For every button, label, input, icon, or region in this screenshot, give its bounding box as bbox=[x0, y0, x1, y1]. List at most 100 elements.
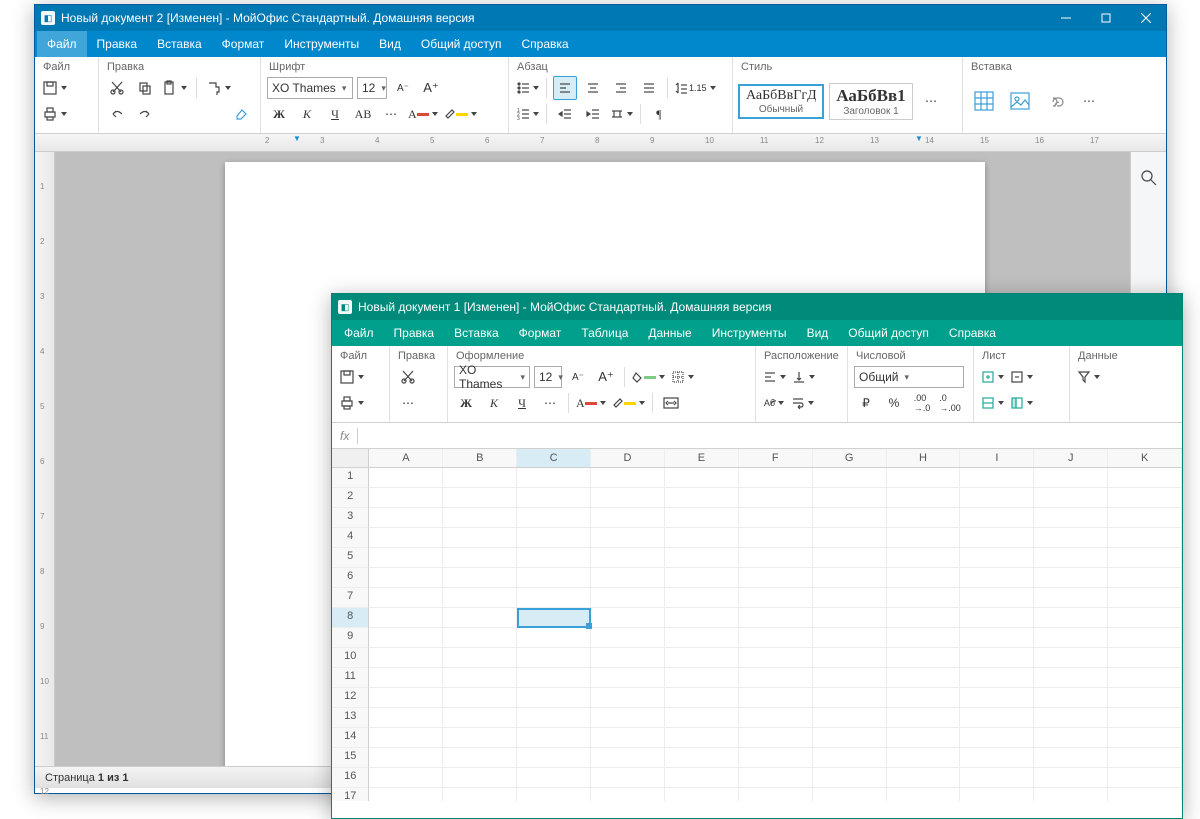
cell-E5[interactable] bbox=[665, 548, 739, 568]
paste-button[interactable] bbox=[161, 76, 188, 100]
column-header-A[interactable]: A bbox=[369, 449, 443, 467]
halign-button[interactable] bbox=[762, 365, 787, 389]
cell-E16[interactable] bbox=[665, 768, 739, 788]
cell-K14[interactable] bbox=[1108, 728, 1182, 748]
horizontal-ruler[interactable]: ▼ ▼ 234567891011121314151617 bbox=[35, 134, 1166, 152]
column-header-H[interactable]: H bbox=[887, 449, 961, 467]
cell-H13[interactable] bbox=[887, 708, 961, 728]
cell-B5[interactable] bbox=[443, 548, 517, 568]
cell-G15[interactable] bbox=[813, 748, 887, 768]
cell-J14[interactable] bbox=[1034, 728, 1108, 748]
cell-G7[interactable] bbox=[813, 588, 887, 608]
menu-tools[interactable]: Инструменты bbox=[702, 320, 797, 346]
more-insert-button[interactable]: ⋯ bbox=[1077, 89, 1101, 113]
cell-F4[interactable] bbox=[739, 528, 813, 548]
percent-button[interactable]: % bbox=[882, 391, 906, 415]
row-height-button[interactable] bbox=[980, 391, 1005, 415]
clear-format-button[interactable] bbox=[230, 102, 254, 126]
close-button[interactable] bbox=[1126, 5, 1166, 31]
filter-button[interactable] bbox=[1076, 365, 1101, 389]
more-styles-button[interactable]: ⋯ bbox=[919, 89, 943, 113]
row-header-10[interactable]: 10 bbox=[332, 648, 369, 668]
increase-decimal-button[interactable]: .0→.00 bbox=[938, 391, 962, 415]
cell-C5[interactable] bbox=[517, 548, 591, 568]
cell-K3[interactable] bbox=[1108, 508, 1182, 528]
select-all-corner[interactable] bbox=[332, 449, 369, 467]
insert-link-button[interactable] bbox=[1041, 86, 1071, 116]
cell-J6[interactable] bbox=[1034, 568, 1108, 588]
cell-G13[interactable] bbox=[813, 708, 887, 728]
column-header-I[interactable]: I bbox=[960, 449, 1034, 467]
cell-A2[interactable] bbox=[369, 488, 443, 508]
font-shrink-button[interactable]: A⁻ bbox=[566, 365, 590, 389]
cell-A4[interactable] bbox=[369, 528, 443, 548]
cell-J4[interactable] bbox=[1034, 528, 1108, 548]
cell-I16[interactable] bbox=[960, 768, 1034, 788]
cell-D15[interactable] bbox=[591, 748, 665, 768]
cell-F14[interactable] bbox=[739, 728, 813, 748]
insert-cells-button[interactable] bbox=[980, 365, 1005, 389]
cell-K16[interactable] bbox=[1108, 768, 1182, 788]
cell-F12[interactable] bbox=[739, 688, 813, 708]
row-header-7[interactable]: 7 bbox=[332, 588, 369, 608]
indent-button[interactable] bbox=[581, 102, 605, 126]
font-color-button[interactable]: A bbox=[407, 102, 439, 126]
cell-D12[interactable] bbox=[591, 688, 665, 708]
cell-A8[interactable] bbox=[369, 608, 443, 628]
cell-B17[interactable] bbox=[443, 788, 517, 801]
cell-H7[interactable] bbox=[887, 588, 961, 608]
cell-H6[interactable] bbox=[887, 568, 961, 588]
bullets-button[interactable] bbox=[515, 76, 540, 100]
tab-stops-button[interactable] bbox=[609, 102, 634, 126]
cell-F1[interactable] bbox=[739, 468, 813, 488]
font-size-combo[interactable]: 12 bbox=[534, 366, 562, 388]
cell-G17[interactable] bbox=[813, 788, 887, 801]
cut-button[interactable] bbox=[396, 365, 420, 389]
row-header-4[interactable]: 4 bbox=[332, 528, 369, 548]
cell-B16[interactable] bbox=[443, 768, 517, 788]
cell-K7[interactable] bbox=[1108, 588, 1182, 608]
cell-I2[interactable] bbox=[960, 488, 1034, 508]
cell-A10[interactable] bbox=[369, 648, 443, 668]
cell-G9[interactable] bbox=[813, 628, 887, 648]
cell-J5[interactable] bbox=[1034, 548, 1108, 568]
cell-E3[interactable] bbox=[665, 508, 739, 528]
menu-table[interactable]: Таблица bbox=[571, 320, 638, 346]
cell-C12[interactable] bbox=[517, 688, 591, 708]
cell-E13[interactable] bbox=[665, 708, 739, 728]
menu-data[interactable]: Данные bbox=[638, 320, 701, 346]
cell-F17[interactable] bbox=[739, 788, 813, 801]
cell-C13[interactable] bbox=[517, 708, 591, 728]
cell-D7[interactable] bbox=[591, 588, 665, 608]
cell-D11[interactable] bbox=[591, 668, 665, 688]
cell-K12[interactable] bbox=[1108, 688, 1182, 708]
cell-G8[interactable] bbox=[813, 608, 887, 628]
menu-insert[interactable]: Вставка bbox=[444, 320, 509, 346]
cell-J1[interactable] bbox=[1034, 468, 1108, 488]
cell-B2[interactable] bbox=[443, 488, 517, 508]
merge-cells-button[interactable] bbox=[659, 391, 683, 415]
font-name-combo[interactable]: XO Thames bbox=[267, 77, 353, 99]
search-icon[interactable] bbox=[1135, 164, 1163, 192]
redo-button[interactable] bbox=[133, 102, 157, 126]
cut-button[interactable] bbox=[105, 76, 129, 100]
show-marks-button[interactable]: ¶ bbox=[647, 102, 671, 126]
cell-I17[interactable] bbox=[960, 788, 1034, 801]
cell-I3[interactable] bbox=[960, 508, 1034, 528]
cell-H8[interactable] bbox=[887, 608, 961, 628]
cell-I4[interactable] bbox=[960, 528, 1034, 548]
font-name-combo[interactable]: XO Thames bbox=[454, 366, 530, 388]
cell-C7[interactable] bbox=[517, 588, 591, 608]
menu-help[interactable]: Справка bbox=[511, 31, 578, 57]
numbering-button[interactable]: 123 bbox=[515, 102, 540, 126]
menu-tools[interactable]: Инструменты bbox=[274, 31, 369, 57]
cell-B12[interactable] bbox=[443, 688, 517, 708]
fill-color-button[interactable] bbox=[631, 365, 666, 389]
save-button[interactable] bbox=[338, 365, 365, 389]
cell-F2[interactable] bbox=[739, 488, 813, 508]
cell-J16[interactable] bbox=[1034, 768, 1108, 788]
column-header-J[interactable]: J bbox=[1034, 449, 1108, 467]
cell-D8[interactable] bbox=[591, 608, 665, 628]
column-header-B[interactable]: B bbox=[443, 449, 517, 467]
more-font-button[interactable]: ⋯ bbox=[379, 102, 403, 126]
